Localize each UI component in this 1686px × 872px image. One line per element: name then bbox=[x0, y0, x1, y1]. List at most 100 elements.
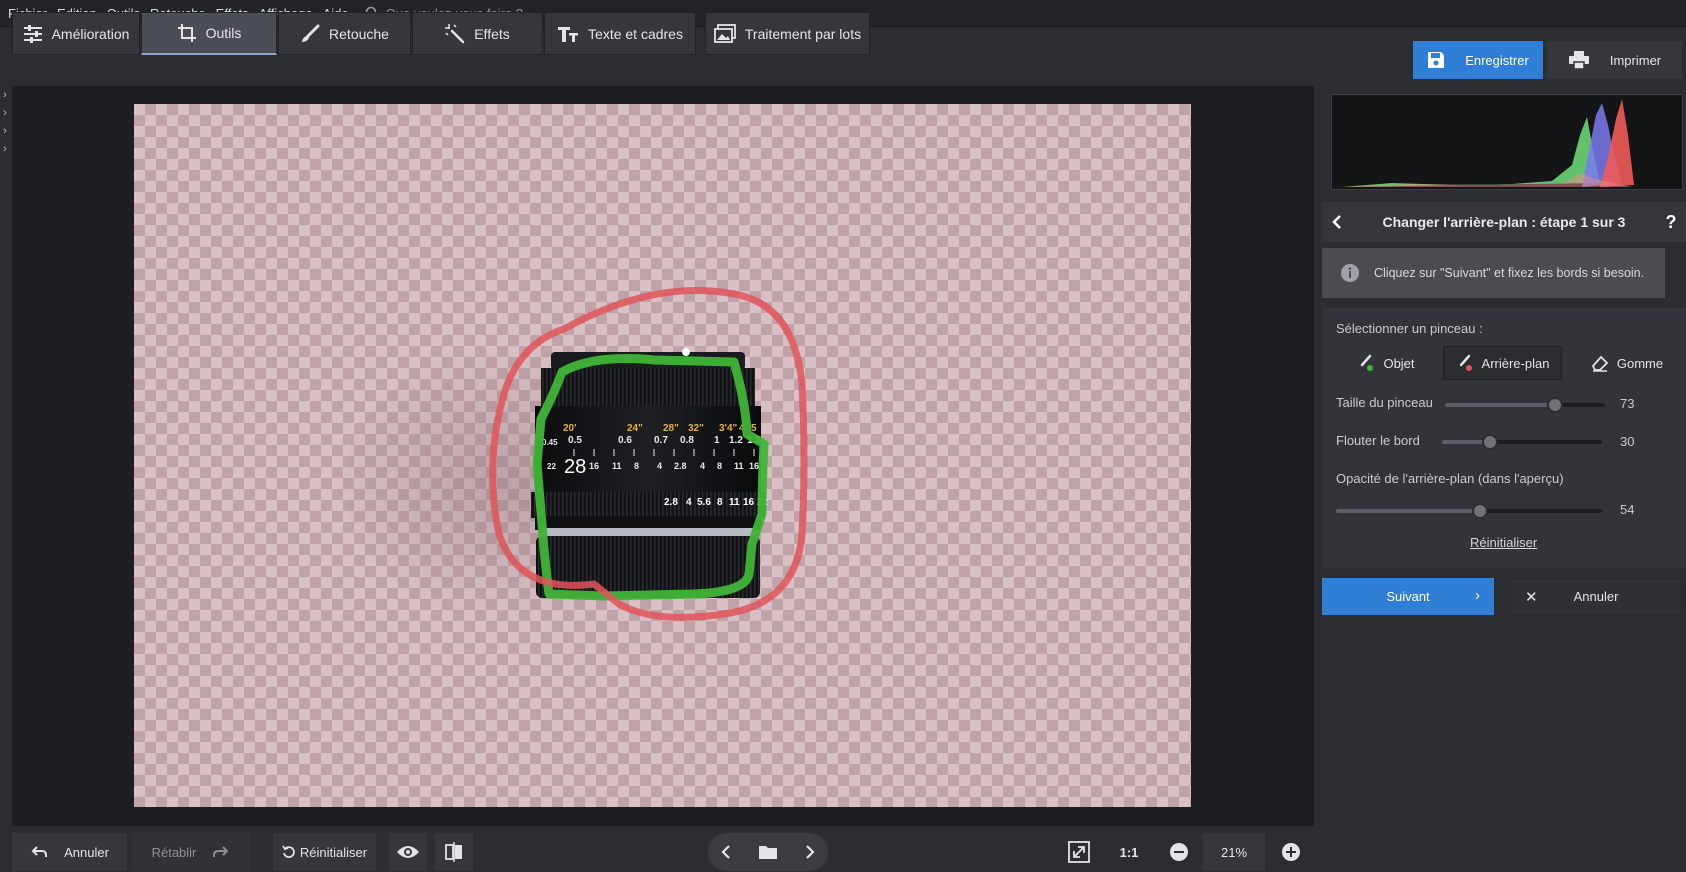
brush-icon bbox=[300, 24, 320, 44]
reset-button[interactable]: Réinitialiser bbox=[273, 833, 376, 871]
tab-texte-cadres[interactable]: Texte et cadres bbox=[544, 12, 696, 55]
back-chevron-icon[interactable] bbox=[1322, 214, 1352, 230]
lens-m-4: 1 bbox=[714, 435, 720, 446]
tab-amelioration-label: Amélioration bbox=[51, 25, 130, 42]
brush-objet-button[interactable]: Objet bbox=[1336, 346, 1436, 380]
sliders-icon bbox=[23, 24, 43, 43]
compare-icon bbox=[444, 842, 464, 862]
cancel-button[interactable]: ✕ Annuler bbox=[1510, 578, 1682, 615]
info-box: Cliquez sur "Suivant" et fixez les bords… bbox=[1322, 248, 1665, 298]
lens-dof-9: 16 bbox=[749, 461, 759, 471]
panel-reset-link[interactable]: Réinitialiser bbox=[1470, 535, 1537, 550]
brush-size-slider[interactable] bbox=[1445, 397, 1605, 413]
lens-dof-1: 16 bbox=[589, 461, 599, 471]
printer-icon bbox=[1568, 51, 1590, 69]
redo-button[interactable]: Rétablir bbox=[132, 833, 250, 871]
step-title: Changer l'arrière-plan : étape 1 sur 3 bbox=[1382, 214, 1626, 230]
compare-button[interactable] bbox=[435, 833, 473, 871]
fit-screen-button[interactable] bbox=[1060, 833, 1098, 871]
expand-chevron-icon[interactable]: › bbox=[0, 122, 10, 140]
side-collapse-strip: › › › › bbox=[0, 86, 12, 826]
lens-ap-1: 4 bbox=[686, 497, 692, 508]
crop-icon bbox=[177, 23, 197, 43]
save-label: Enregistrer bbox=[1465, 52, 1529, 68]
zoom-level[interactable]: 21% bbox=[1203, 833, 1265, 871]
zoom-out-button[interactable] bbox=[1160, 833, 1198, 871]
expand-chevron-icon[interactable]: › bbox=[0, 140, 10, 158]
lens-photo: 20' 24" 28" 32" 3'4" 4 5 0.45 0.5 0.6 0.… bbox=[344, 287, 808, 624]
next-image-icon[interactable] bbox=[805, 844, 815, 860]
undo-icon bbox=[30, 845, 48, 859]
lens-dof-3: 8 bbox=[634, 461, 639, 471]
tab-traitement-lots-label: Traitement par lots bbox=[744, 25, 862, 42]
lens-ap-3: 8 bbox=[717, 497, 723, 508]
lens-m-2: 0.7 bbox=[654, 435, 668, 446]
expand-chevron-icon[interactable]: › bbox=[0, 86, 10, 104]
edge-blur-slider[interactable] bbox=[1442, 434, 1602, 450]
slider-thumb[interactable] bbox=[1482, 434, 1498, 450]
redo-label: Rétablir bbox=[151, 844, 197, 860]
focus-ring bbox=[541, 368, 755, 408]
slider-fill bbox=[1445, 403, 1555, 407]
print-button[interactable]: Imprimer bbox=[1547, 41, 1682, 79]
undo-label: Annuler bbox=[64, 844, 109, 860]
step-header: Changer l'arrière-plan : étape 1 sur 3 ? bbox=[1322, 202, 1686, 242]
lens-dof-8: 11 bbox=[734, 461, 744, 471]
eye-icon bbox=[396, 844, 420, 860]
next-button[interactable]: Suivant › bbox=[1322, 578, 1494, 615]
slider-thumb[interactable] bbox=[1547, 397, 1563, 413]
save-icon bbox=[1427, 51, 1445, 69]
lens-dof-4: 4 bbox=[657, 461, 662, 471]
help-icon[interactable]: ? bbox=[1656, 212, 1686, 233]
expand-chevron-icon[interactable]: › bbox=[0, 104, 10, 122]
reset-icon bbox=[282, 845, 296, 859]
lens-m-0: 0.5 bbox=[568, 435, 582, 446]
zoom-in-button[interactable] bbox=[1272, 833, 1310, 871]
save-button[interactable]: Enregistrer bbox=[1413, 41, 1543, 79]
undo-button[interactable]: Annuler bbox=[12, 833, 127, 871]
lens-ft-1: 24" bbox=[627, 423, 643, 434]
zoom-out-icon bbox=[1169, 842, 1189, 862]
lens-dof-6: 4 bbox=[700, 461, 705, 471]
object-brush-icon bbox=[1357, 354, 1375, 372]
lens-ap-2: 5.6 bbox=[697, 497, 711, 508]
brush-objet-label: Objet bbox=[1383, 355, 1415, 371]
tab-effets-label: Effets bbox=[474, 25, 510, 42]
magic-wand-icon bbox=[445, 23, 465, 44]
chevron-right-icon: › bbox=[1475, 587, 1480, 604]
info-text: Cliquez sur "Suivant" et fixez les bords… bbox=[1374, 266, 1645, 280]
brush-gomme-button[interactable]: Gomme bbox=[1572, 346, 1682, 380]
previous-image-icon[interactable] bbox=[721, 844, 731, 860]
lens-dof-2: 11 bbox=[612, 461, 622, 471]
slider-thumb[interactable] bbox=[1472, 503, 1488, 519]
print-label: Imprimer bbox=[1609, 52, 1662, 68]
lens-m-5: 1.2 bbox=[729, 435, 743, 446]
background-opacity-slider[interactable] bbox=[1336, 503, 1602, 519]
lens-dof-7: 8 bbox=[717, 461, 722, 471]
next-label: Suivant bbox=[1386, 589, 1430, 604]
slider-blur-label: Flouter le bord bbox=[1336, 433, 1420, 448]
tab-amelioration[interactable]: Amélioration bbox=[12, 12, 140, 55]
tab-effets[interactable]: Effets bbox=[412, 12, 543, 55]
histogram-graph bbox=[1342, 99, 1634, 187]
tab-outils[interactable]: Outils bbox=[141, 12, 277, 55]
brush-select-label: Sélectionner un pinceau : bbox=[1336, 321, 1483, 336]
lens-m-3: 0.8 bbox=[680, 435, 694, 446]
folder-icon[interactable] bbox=[758, 844, 778, 860]
lens-dof-5: 2.8 bbox=[674, 461, 687, 471]
photo-canvas[interactable]: 20' 24" 28" 32" 3'4" 4 5 0.45 0.5 0.6 0.… bbox=[134, 104, 1191, 807]
lens-ap-4: 11 bbox=[729, 497, 740, 508]
brush-arriere-plan-button[interactable]: Arrière-plan bbox=[1443, 346, 1562, 380]
tab-texte-cadres-label: Texte et cadres bbox=[588, 25, 683, 42]
eraser-icon bbox=[1591, 354, 1609, 372]
tab-retouche[interactable]: Retouche bbox=[278, 12, 411, 55]
tab-traitement-lots[interactable]: Traitement par lots bbox=[705, 12, 870, 55]
histogram bbox=[1331, 94, 1683, 190]
navigation-pill bbox=[708, 833, 828, 871]
batch-images-icon bbox=[713, 23, 736, 44]
info-icon bbox=[1340, 263, 1360, 283]
lens-focal-badge: 28 bbox=[564, 456, 586, 478]
preview-eye-button[interactable] bbox=[389, 833, 427, 871]
actual-size-button[interactable]: 1:1 bbox=[1110, 833, 1148, 871]
zoom-in-icon bbox=[1281, 842, 1301, 862]
